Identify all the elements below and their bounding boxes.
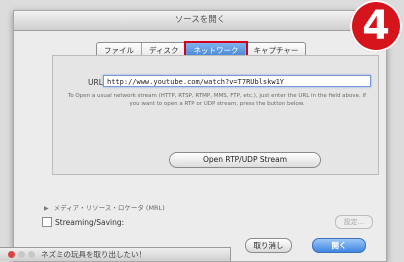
help-text: To Open a usual network stream (HTTP, RT… [67, 93, 367, 107]
streaming-saving-option[interactable]: Streaming/Saving: [42, 217, 124, 227]
dialog-title: ソースを開く [14, 11, 386, 31]
step-number-badge: 4 [350, 0, 402, 52]
url-label: URL [88, 78, 103, 87]
streaming-label: Streaming/Saving: [55, 217, 125, 227]
disclosure-triangle-icon[interactable]: ▶ [44, 205, 49, 212]
streaming-checkbox[interactable] [42, 217, 52, 227]
open-source-dialog: ソースを開く ファイル ディスク ネットワーク キャプチャー URL http:… [13, 10, 387, 262]
network-panel: URL http://www.youtube.com/watch?v=T7RUb… [52, 55, 379, 175]
url-input[interactable]: http://www.youtube.com/watch?v=T7RUblskw… [103, 75, 371, 87]
zoom-icon[interactable] [28, 251, 35, 258]
settings-button[interactable]: 設定... [335, 215, 373, 229]
cancel-button[interactable]: 取り消し [245, 238, 292, 253]
open-rtp-udp-stream-button[interactable]: Open RTP/UDP Stream [169, 152, 321, 168]
window-title: ネズミの玩具を取り出したい！ [41, 250, 146, 259]
open-button[interactable]: 開く [312, 238, 366, 253]
mrl-disclosure[interactable]: ▶ メディア・リソース・ロケータ (MRL) [44, 202, 165, 212]
close-icon[interactable] [8, 251, 15, 258]
minimize-icon[interactable] [18, 251, 25, 258]
background-window-titlebar: ネズミの玩具を取り出したい！ [0, 247, 231, 261]
mrl-label: メディア・リソース・ロケータ (MRL) [53, 204, 165, 212]
